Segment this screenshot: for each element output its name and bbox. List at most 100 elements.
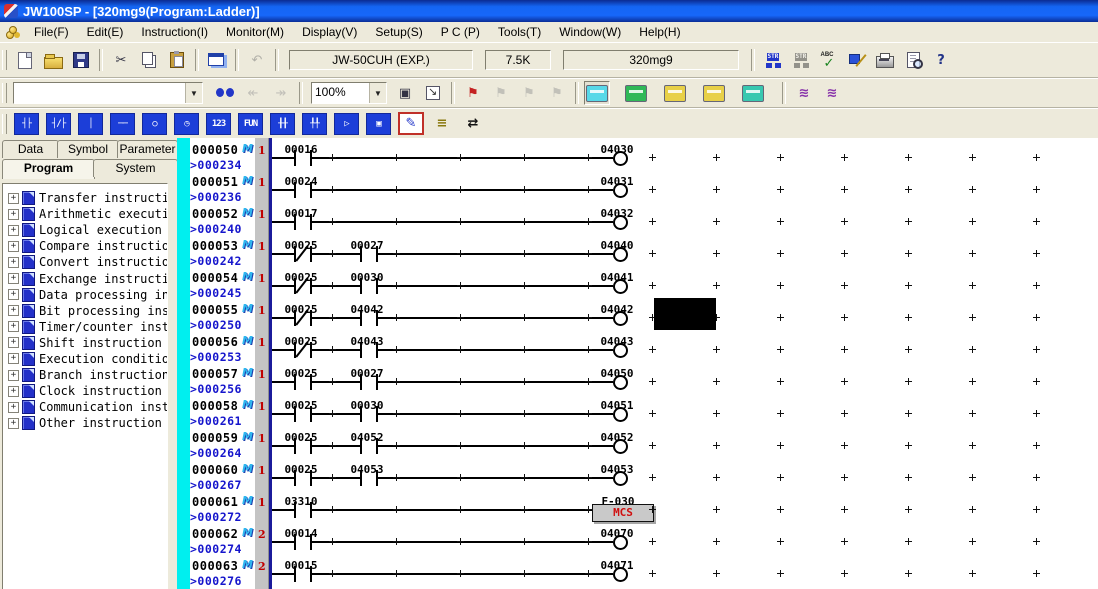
monitor-edit-icon[interactable] (740, 81, 766, 105)
tree-item-exchange-instructio[interactable]: +Exchange instructio (3, 270, 167, 286)
expand-icon[interactable]: + (8, 257, 19, 268)
expand-icon[interactable]: + (8, 353, 19, 364)
menu-window-w[interactable]: Window(W) (550, 23, 630, 42)
monitor-start-icon[interactable] (584, 81, 610, 105)
ladder-editor[interactable]: 000050M1>0002340001604030000051M1>000236… (177, 138, 1098, 589)
print-preview-icon[interactable] (900, 48, 926, 72)
grid-mark (1033, 189, 1040, 190)
edit-mode-icon[interactable]: ✎ (398, 112, 424, 135)
accumulate-write-icon[interactable]: ≡ (429, 112, 455, 136)
device-monitor-icon[interactable] (662, 81, 688, 105)
menu-p-c-p[interactable]: P C (P) (432, 23, 489, 42)
tree-item-bit-processing-inst[interactable]: +Bit processing inst (3, 303, 167, 319)
new-file-icon[interactable] (12, 48, 38, 72)
syntax-check-icon[interactable] (816, 48, 842, 72)
save-file-icon[interactable] (68, 48, 94, 72)
window-select-icon[interactable]: ▣ (392, 81, 418, 105)
menu-file-f[interactable]: File(F) (25, 23, 78, 42)
write-to-plc-icon[interactable]: ≋ (791, 81, 817, 105)
tree-item-execution-condition[interactable]: +Execution condition (3, 351, 167, 367)
menu-instruction-i[interactable]: Instruction(I) (132, 23, 217, 42)
search-combo[interactable]: ▼ (13, 82, 203, 104)
grid-mark (969, 253, 976, 254)
tree-item-communication-instr[interactable]: +Communication instr (3, 399, 167, 415)
tree-item-convert-instruction[interactable]: +Convert instruction (3, 254, 167, 270)
expand-icon[interactable]: + (8, 418, 19, 429)
expand-icon[interactable]: + (8, 370, 19, 381)
bookmark-set-icon[interactable]: ⚑ (460, 81, 486, 105)
tree-item-branch-instruction[interactable]: +Branch instruction (3, 367, 167, 383)
separator (751, 49, 755, 71)
menu-monitor-m[interactable]: Monitor(M) (217, 23, 293, 42)
tab-symbol[interactable]: Symbol (57, 140, 119, 158)
read-from-plc-icon[interactable]: ≋ (819, 81, 845, 105)
timer-instruction-icon[interactable]: ╀╀ (302, 113, 327, 135)
tree-item-other-instruction[interactable]: +Other instruction (3, 415, 167, 431)
chevron-down-icon[interactable]: ▼ (185, 83, 202, 103)
out-instruction-icon[interactable]: ╂╂ (270, 113, 295, 135)
expand-icon[interactable]: + (8, 321, 19, 332)
expand-icon[interactable]: + (8, 209, 19, 220)
menu-display-v[interactable]: Display(V) (293, 23, 366, 42)
numeric-entry-icon[interactable]: 123 (206, 113, 231, 135)
tree-item-compare-instruction[interactable]: +Compare instruction (3, 238, 167, 254)
tab-parameter[interactable]: Parameter (117, 140, 178, 158)
register-monitor-icon[interactable] (701, 81, 727, 105)
menu-tools-t[interactable]: Tools(T) (489, 23, 550, 42)
expand-icon[interactable]: + (8, 241, 19, 252)
expand-icon[interactable]: + (8, 337, 19, 348)
find-icon[interactable] (212, 81, 238, 105)
copy-window-icon[interactable] (204, 48, 230, 72)
copy-icon[interactable] (136, 48, 162, 72)
window-resize-icon[interactable] (420, 81, 446, 105)
print-icon[interactable] (872, 48, 898, 72)
expand-icon[interactable]: + (8, 386, 19, 397)
chevron-down-icon[interactable]: ▼ (369, 83, 386, 103)
expand-icon[interactable]: + (8, 273, 19, 284)
help-icon[interactable]: ? (928, 48, 954, 72)
selection-margin[interactable] (177, 138, 190, 589)
tree-item-transfer-instructio[interactable]: +Transfer instructio (3, 190, 167, 206)
open-contact-icon[interactable]: ┤├ (14, 113, 39, 135)
toolbar-grip[interactable] (2, 50, 7, 70)
coil-icon[interactable]: ○ (142, 113, 167, 135)
symbol-list-view-icon[interactable] (760, 48, 786, 72)
tree-item-logical-execution-i[interactable]: +Logical execution i (3, 222, 167, 238)
tab-system[interactable]: System (93, 159, 178, 177)
horizontal-line-icon[interactable]: ── (110, 113, 135, 135)
function-entry-icon[interactable]: FUN (238, 113, 263, 135)
jump-instruction-icon[interactable]: ▷ (334, 113, 359, 135)
menu-setup-s[interactable]: Setup(S) (366, 23, 431, 42)
paste-icon[interactable] (164, 48, 190, 72)
expand-icon[interactable]: + (8, 305, 19, 316)
selection-cursor[interactable] (654, 298, 716, 330)
expand-icon[interactable]: + (8, 193, 19, 204)
expand-icon[interactable]: + (8, 225, 19, 236)
tree-item-shift-instruction[interactable]: +Shift instruction (3, 335, 167, 351)
expand-icon[interactable]: + (8, 402, 19, 413)
toolbar-grip[interactable] (2, 83, 7, 103)
keypad-entry-icon[interactable]: ▣ (366, 113, 391, 135)
function-block[interactable]: MCS (592, 504, 654, 522)
vertical-line-icon[interactable]: │ (78, 113, 103, 135)
toolbar-grip[interactable] (2, 114, 7, 134)
swap-cursor-icon[interactable]: ⇄ (460, 112, 486, 136)
tab-program[interactable]: Program (2, 159, 95, 179)
monitor-trace-icon[interactable] (623, 81, 649, 105)
search-combo-value[interactable] (14, 83, 185, 103)
menu-help-h[interactable]: Help(H) (630, 23, 689, 42)
zoom-combo-value[interactable]: 100% (312, 83, 369, 103)
zoom-combo[interactable]: 100% ▼ (311, 82, 387, 104)
tree-item-data-processing-ins[interactable]: +Data processing ins (3, 287, 167, 303)
edit-wand-icon[interactable] (844, 48, 870, 72)
tab-data[interactable]: Data (2, 140, 59, 158)
timer-coil-icon[interactable]: ◷ (174, 113, 199, 135)
expand-icon[interactable]: + (8, 289, 19, 300)
menu-edit-e[interactable]: Edit(E) (78, 23, 133, 42)
tree-item-clock-instruction[interactable]: +Clock instruction (3, 383, 167, 399)
cut-icon[interactable]: ✂ (108, 48, 134, 72)
tree-item-arithmetic-executio[interactable]: +Arithmetic executio (3, 206, 167, 222)
open-file-icon[interactable] (40, 48, 66, 72)
closed-contact-icon[interactable]: ┤/├ (46, 113, 71, 135)
tree-item-timer-counter-instr[interactable]: +Timer/counter instr (3, 319, 167, 335)
